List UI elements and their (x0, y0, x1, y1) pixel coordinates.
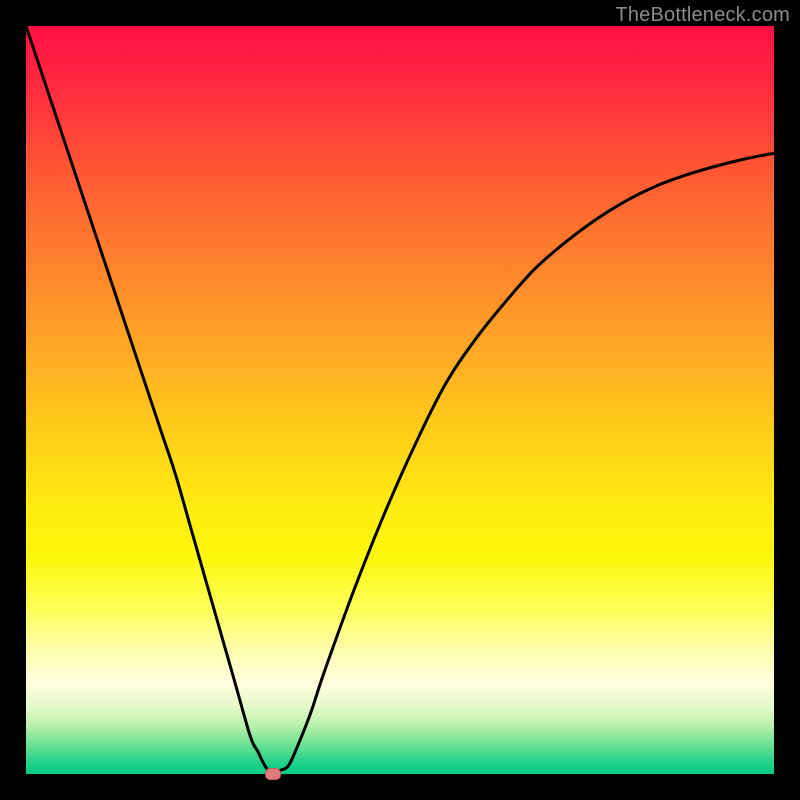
bottleneck-curve (26, 26, 774, 774)
optimal-point-marker (265, 768, 281, 780)
watermark-text: TheBottleneck.com (615, 4, 790, 27)
plot-area (26, 26, 774, 774)
chart-frame: TheBottleneck.com (0, 0, 800, 800)
